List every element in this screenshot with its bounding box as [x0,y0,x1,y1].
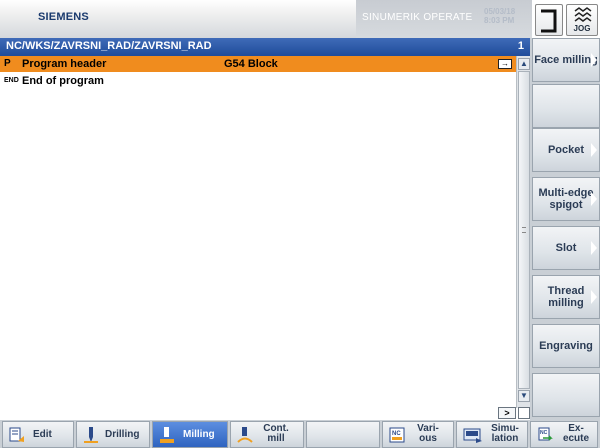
softkey-label: Engraving [539,340,593,352]
line-number: 1 [517,40,524,52]
softkey-label: Vari- ous [417,423,439,444]
menu-arrow-icon [591,290,597,304]
softkey-face-milling[interactable]: Face milling [532,38,600,82]
softkey-edit[interactable]: Edit [2,421,74,448]
vertical-scrollbar[interactable]: ▲ ▼ [516,56,530,408]
vertical-softkey-bar: Face milling Pocket Multi-edge spigot Sl… [530,38,600,420]
menu-arrow-icon [591,241,597,255]
jog-mode-box: JOG [566,4,598,36]
softkey-various[interactable]: NC Vari- ous [382,421,454,448]
softkey-empty-1[interactable] [532,84,600,128]
program-path-bar: NC/WKS/ZAVRSNI_RAD/ZAVRSNI_RAD 1 [0,38,530,56]
softkey-label: Pocket [547,144,585,156]
menu-arrow-icon [591,53,597,67]
softkey-label: Multi-edge spigot [538,187,594,211]
softkey-multi-edge-spigot[interactable]: Multi-edge spigot [532,177,600,221]
execute-icon: NC [538,427,553,441]
scroll-down-arrow-icon[interactable]: ▼ [518,390,530,402]
menu-arrow-icon [591,192,597,206]
softkey-cont-mill[interactable]: Cont. mill [230,421,304,448]
softkey-label: Slot [555,242,577,254]
softkey-empty-bottom[interactable] [306,421,380,448]
softkey-label: Ex- ecute [562,423,590,444]
simulation-icon [463,428,482,443]
softkey-drilling[interactable]: Drilling [76,421,150,448]
softkey-label: Edit [33,429,52,440]
jump-arrow-icon[interactable]: → [498,59,512,69]
softkey-pocket[interactable]: Pocket [532,128,600,172]
program-row-header[interactable]: P Program header G54 Block → [0,56,516,72]
product-name: SINUMERIK OPERATE [362,12,473,23]
date-time: 05/03/18 8:03 PM [484,7,515,25]
program-editor[interactable]: P Program header G54 Block → END End of … [0,56,530,408]
menu-arrow-icon [591,143,597,157]
edit-icon [9,427,24,442]
jog-mode-label: JOG [573,24,591,33]
softkey-empty-2[interactable] [532,373,600,417]
program-row-end[interactable]: END End of program [0,73,516,89]
program-path: NC/WKS/ZAVRSNI_RAD/ZAVRSNI_RAD [6,40,212,52]
softkey-label: Simu- lation [491,423,519,444]
softkey-label: Thread milling [547,285,585,309]
header-bar: SIEMENS SINUMERIK OPERATE 05/03/18 8:03 … [0,0,532,38]
softkey-label: Milling [183,429,215,440]
softkey-label: Face milling [534,54,598,66]
row-param: G54 Block [224,58,278,70]
softkey-simulation[interactable]: Simu- lation [456,421,528,448]
softkey-label: Drilling [105,429,140,440]
expand-button[interactable]: > [498,407,516,419]
jog-waves-icon [574,7,592,22]
row-text: End of program [22,75,104,87]
brand-logo: SIEMENS [38,11,89,23]
row-text: Program header [22,58,107,70]
nc-icon: NC [389,427,405,443]
softkey-slot[interactable]: Slot [532,226,600,270]
row-tag: P [4,58,11,69]
channel-bracket-icon [541,9,557,33]
time-text: 8:03 PM [484,16,515,25]
svg-text:NC: NC [540,430,548,436]
grip-icon [522,227,526,233]
softkey-engraving[interactable]: Engraving [532,324,600,368]
corner-box [518,407,530,419]
softkey-milling[interactable]: Milling [152,421,228,448]
scroll-thumb[interactable] [518,71,530,389]
channel-state-box [535,4,563,36]
softkey-label: Cont. mill [263,423,289,444]
drill-icon [84,427,98,443]
softkey-thread-milling[interactable]: Thread milling [532,275,600,319]
horizontal-softkey-bar: Edit Drilling Milling Cont. mill NC Vari [0,420,600,448]
softkey-execute[interactable]: NC Ex- ecute [530,421,598,448]
contour-mill-icon [237,427,253,443]
date-text: 05/03/18 [484,7,516,16]
row-tag: END [4,77,19,84]
mill-icon [160,427,174,443]
svg-text:NC: NC [392,431,401,437]
scroll-up-arrow-icon[interactable]: ▲ [518,58,530,70]
